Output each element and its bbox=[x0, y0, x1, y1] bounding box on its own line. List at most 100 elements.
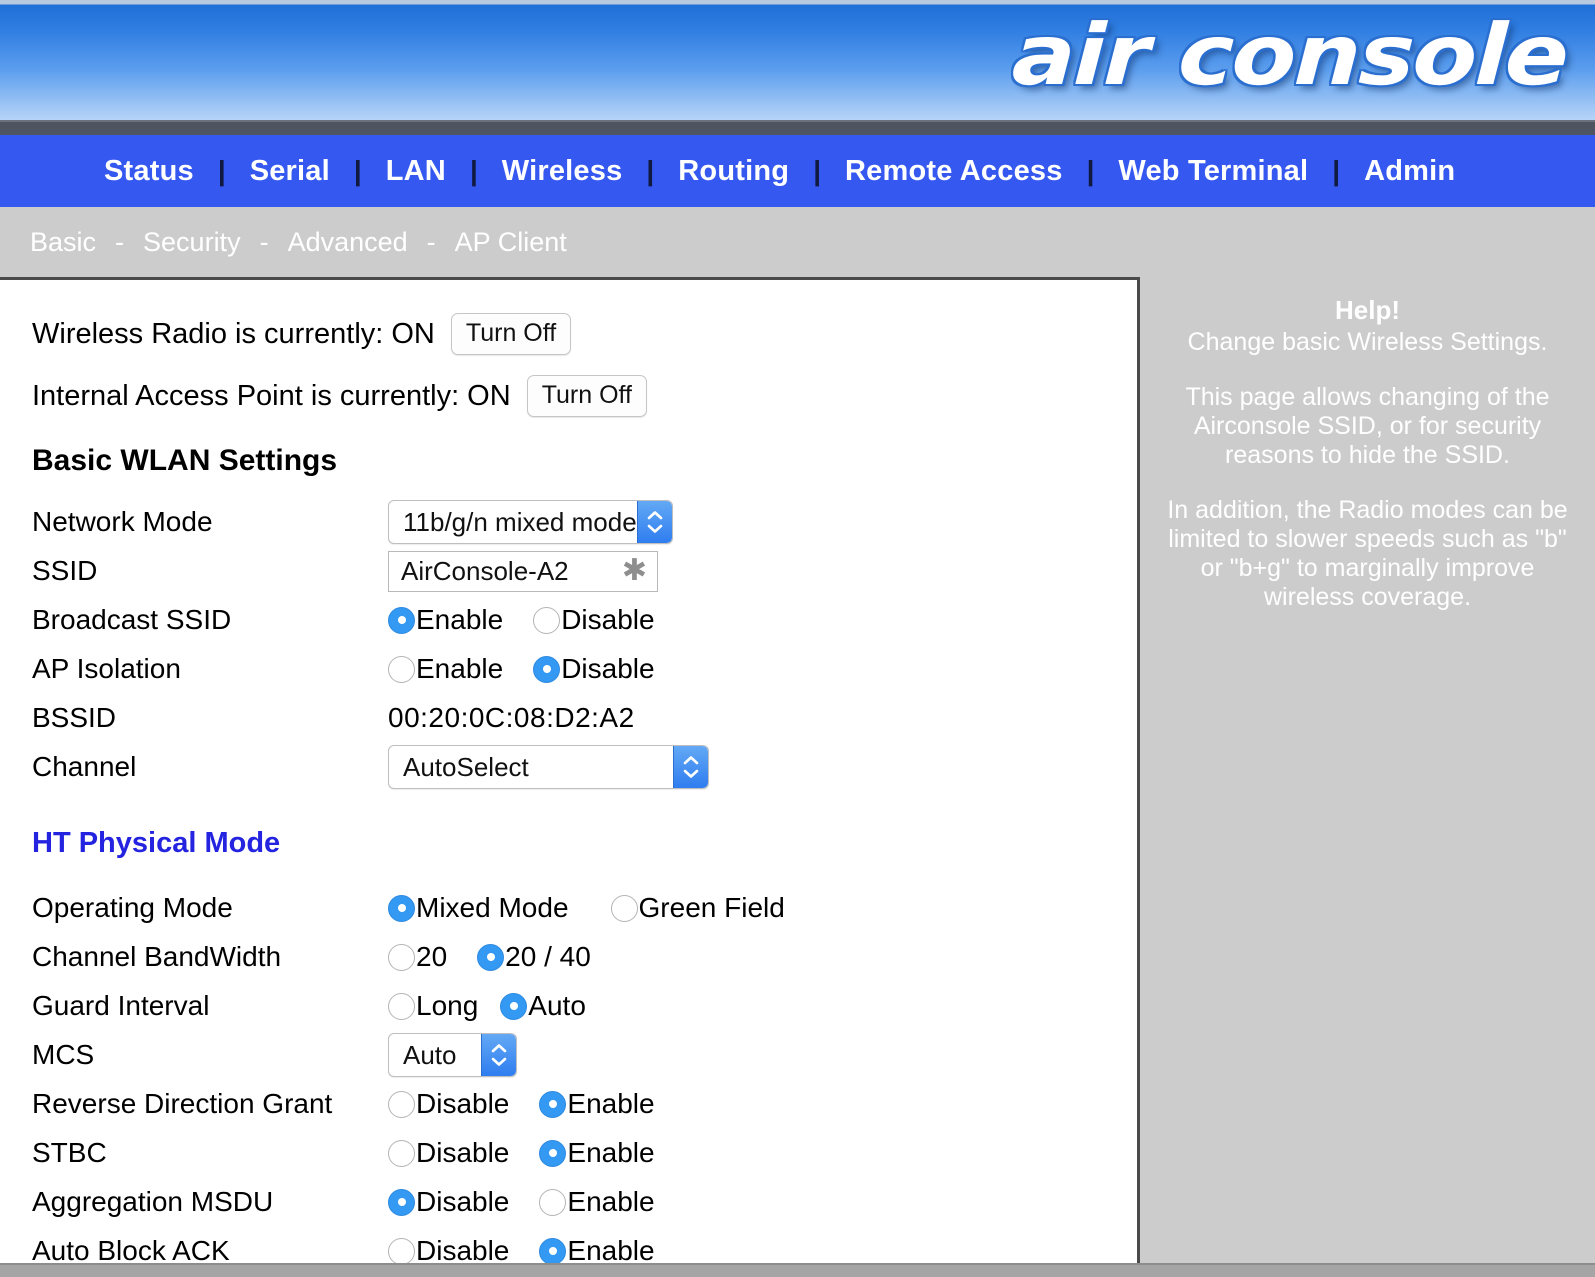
internal-ap-turn-off-button[interactable]: Turn Off bbox=[526, 375, 647, 417]
nav-item-lan[interactable]: LAN bbox=[386, 155, 446, 188]
mcs-select[interactable]: Auto bbox=[388, 1033, 517, 1077]
mcs-label: MCS bbox=[32, 1039, 95, 1070]
basic-wlan-settings-heading: Basic WLAN Settings bbox=[32, 444, 338, 477]
radio-option-label: Enable bbox=[567, 1186, 655, 1217]
channel-row: Channel AutoSelect bbox=[32, 745, 1137, 789]
radio-option-label: Disable bbox=[416, 1186, 510, 1217]
network-mode-select[interactable]: 11b/g/n mixed mode bbox=[388, 500, 673, 544]
channel-bandwidth-row: Channel BandWidth 20 20 / 40 bbox=[32, 935, 1137, 979]
wireless-radio-turn-off-button[interactable]: Turn Off bbox=[450, 313, 572, 355]
ht-physical-mode-heading: HT Physical Mode bbox=[32, 827, 281, 859]
network-mode-row: Network Mode 11b/g/n mixed mode bbox=[32, 500, 1137, 544]
nav-separator: | bbox=[217, 155, 226, 186]
nav-separator: | bbox=[353, 155, 362, 186]
nav-separator: | bbox=[813, 155, 822, 186]
radio-indicator bbox=[539, 1090, 567, 1118]
nav-item-admin[interactable]: Admin bbox=[1364, 155, 1455, 188]
nav-item-routing[interactable]: Routing bbox=[678, 155, 789, 188]
ap-isolation-disable-radio[interactable]: Disable bbox=[533, 653, 655, 685]
radio-indicator bbox=[388, 1188, 415, 1216]
radio-option-label: Disable bbox=[561, 653, 655, 684]
ap-isolation-label: AP Isolation bbox=[32, 653, 181, 684]
network-mode-value: 11b/g/n mixed mode bbox=[403, 506, 637, 537]
page-banner: air console bbox=[0, 0, 1595, 120]
radio-indicator bbox=[388, 943, 415, 971]
airconsole-logo: air console bbox=[1010, 6, 1569, 104]
radio-indicator bbox=[539, 1139, 567, 1167]
stbc-row: STBC Disable Enable bbox=[32, 1131, 1137, 1175]
radio-option-label: Disable bbox=[561, 604, 655, 635]
bssid-row: BSSID 00:20:0C:08:D2:A2 bbox=[32, 696, 1137, 740]
nav-item-serial[interactable]: Serial bbox=[250, 155, 330, 188]
operating-mode-green-field-radio[interactable]: Green Field bbox=[610, 892, 785, 924]
nav-item-wireless[interactable]: Wireless bbox=[502, 155, 623, 188]
broadcast-ssid-disable-radio[interactable]: Disable bbox=[533, 604, 655, 636]
aggregation-msdu-enable-radio[interactable]: Enable bbox=[539, 1186, 655, 1218]
internal-ap-status-text: Internal Access Point is currently: ON bbox=[32, 379, 511, 412]
radio-indicator bbox=[610, 894, 638, 922]
channel-bandwidth-20-radio[interactable]: 20 bbox=[388, 941, 447, 973]
radio-option-label: Mixed Mode bbox=[416, 892, 569, 923]
reverse-direction-grant-row: Reverse Direction Grant Disable Enable bbox=[32, 1082, 1137, 1126]
radio-option-label: Disable bbox=[416, 1137, 510, 1168]
internal-ap-status-row: Internal Access Point is currently: ON T… bbox=[32, 374, 1137, 418]
operating-mode-mixed-radio[interactable]: Mixed Mode bbox=[388, 892, 569, 924]
subnav-item-security[interactable]: Security bbox=[143, 227, 241, 258]
radio-option-label: 20 / 40 bbox=[505, 941, 591, 972]
wireless-radio-status-text: Wireless Radio is currently: ON bbox=[32, 317, 435, 350]
nav-item-remote-access[interactable]: Remote Access bbox=[845, 155, 1063, 188]
network-mode-label: Network Mode bbox=[32, 506, 213, 537]
help-paragraph-2: In addition, the Radio modes can be limi… bbox=[1167, 496, 1568, 611]
channel-bandwidth-20-40-radio[interactable]: 20 / 40 bbox=[477, 941, 591, 973]
nav-separator: | bbox=[469, 155, 478, 186]
nav-item-status[interactable]: Status bbox=[104, 155, 194, 188]
radio-indicator bbox=[388, 655, 415, 683]
radio-option-label: Auto bbox=[528, 990, 586, 1021]
radio-indicator bbox=[388, 1139, 415, 1167]
ap-isolation-row: AP Isolation Enable Disable bbox=[32, 647, 1137, 691]
channel-label: Channel bbox=[32, 751, 137, 782]
subnav-item-advanced[interactable]: Advanced bbox=[288, 227, 408, 258]
subnav-item-ap-client[interactable]: AP Client bbox=[455, 227, 567, 258]
bssid-value: 00:20:0C:08:D2:A2 bbox=[388, 702, 635, 733]
ssid-row: SSID AirConsole-A2 ✱ bbox=[32, 549, 1137, 593]
radio-indicator bbox=[533, 606, 561, 634]
subnav-separator: - bbox=[259, 226, 269, 257]
stbc-disable-radio[interactable]: Disable bbox=[388, 1137, 509, 1169]
chevron-up-down-icon bbox=[673, 746, 708, 788]
radio-indicator bbox=[388, 606, 415, 634]
chevron-up-down-icon bbox=[637, 501, 672, 543]
nav-item-web-terminal[interactable]: Web Terminal bbox=[1118, 155, 1308, 188]
mcs-value: Auto bbox=[403, 1039, 457, 1070]
operating-mode-label: Operating Mode bbox=[32, 892, 233, 923]
radio-indicator bbox=[500, 992, 528, 1020]
broadcast-ssid-enable-radio[interactable]: Enable bbox=[388, 604, 503, 636]
radio-option-label: Enable bbox=[567, 1137, 655, 1168]
wireless-radio-status-row: Wireless Radio is currently: ON Turn Off bbox=[32, 312, 1137, 356]
bottom-strip bbox=[0, 1263, 1595, 1277]
radio-indicator bbox=[388, 894, 415, 922]
radio-option-label: Long bbox=[416, 990, 479, 1021]
operating-mode-row: Operating Mode Mixed Mode Green Field bbox=[32, 886, 1137, 930]
radio-option-label: Enable bbox=[416, 604, 504, 635]
guard-interval-long-radio[interactable]: Long bbox=[388, 990, 478, 1022]
subnav-separator: - bbox=[426, 226, 436, 257]
stbc-enable-radio[interactable]: Enable bbox=[539, 1137, 655, 1169]
reverse-direction-grant-enable-radio[interactable]: Enable bbox=[539, 1088, 655, 1120]
nav-separator: | bbox=[646, 155, 655, 186]
radio-option-label: Enable bbox=[567, 1088, 655, 1119]
radio-option-label: 20 bbox=[416, 941, 448, 972]
radio-indicator bbox=[388, 992, 415, 1020]
guard-interval-auto-radio[interactable]: Auto bbox=[500, 990, 586, 1022]
ap-isolation-enable-radio[interactable]: Enable bbox=[388, 653, 503, 685]
reverse-direction-grant-disable-radio[interactable]: Disable bbox=[388, 1088, 509, 1120]
subnav-item-basic[interactable]: Basic bbox=[30, 227, 96, 258]
aggregation-msdu-disable-radio[interactable]: Disable bbox=[388, 1186, 509, 1218]
help-title: Help! bbox=[1335, 295, 1400, 325]
settings-content-panel: Wireless Radio is currently: ON Turn Off… bbox=[0, 277, 1140, 1277]
ssid-input[interactable]: AirConsole-A2 ✱ bbox=[388, 550, 658, 592]
channel-select[interactable]: AutoSelect bbox=[388, 745, 709, 789]
mcs-row: MCS Auto bbox=[32, 1033, 1137, 1077]
asterisk-icon: ✱ bbox=[621, 554, 647, 587]
aggregation-msdu-row: Aggregation MSDU Disable Enable bbox=[32, 1180, 1137, 1224]
